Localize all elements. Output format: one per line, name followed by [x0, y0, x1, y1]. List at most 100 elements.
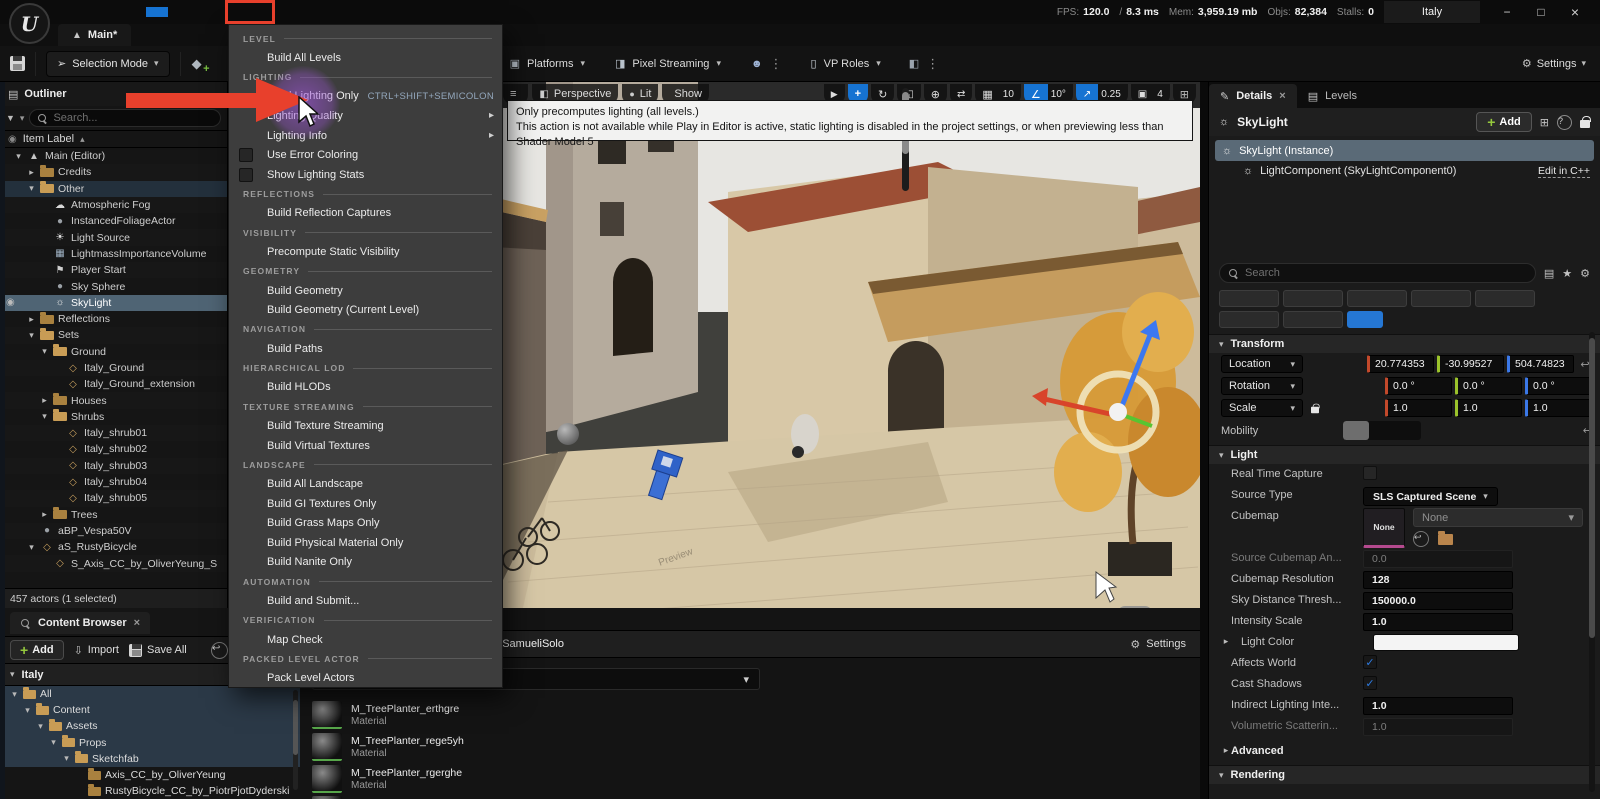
- cubemap-dropdown[interactable]: None: [1413, 508, 1583, 527]
- vp-roles-dropdown[interactable]: VP Roles: [824, 58, 870, 70]
- chevron-right-icon[interactable]: [1221, 636, 1231, 647]
- component-hierarchy-icon[interactable]: [1540, 116, 1549, 129]
- dropdown[interactable]: SLS Captured Scene: [1363, 487, 1498, 506]
- filter-chip[interactable]: [1347, 311, 1383, 328]
- axis-y-field[interactable]: 0.0 °: [1455, 377, 1522, 395]
- outliner-row[interactable]: LightmassImportanceVolume: [0, 246, 227, 262]
- menu-item[interactable]: [124, 7, 146, 17]
- menu-item[interactable]: [102, 7, 124, 17]
- content-tree-row[interactable]: All: [0, 686, 300, 702]
- favorites-icon[interactable]: [1562, 267, 1572, 280]
- kebab-icon[interactable]: [770, 56, 783, 72]
- content-tree-row[interactable]: Content: [0, 702, 300, 718]
- build-menu-item[interactable]: Build Grass Maps Only: [229, 514, 502, 534]
- details-scrollbar[interactable]: [1589, 332, 1595, 792]
- section-transform[interactable]: Transform: [1209, 334, 1600, 353]
- content-tree-row[interactable]: Assets: [0, 718, 300, 734]
- content-tree-row[interactable]: Props: [0, 735, 300, 751]
- build-menu-item[interactable]: Precompute Static Visibility: [229, 242, 502, 262]
- build-menu-item[interactable]: Build GI Textures Only: [229, 494, 502, 514]
- build-menu-item[interactable]: Build Paths: [229, 339, 502, 359]
- save-all-button[interactable]: Save All: [129, 644, 187, 657]
- filter-icon[interactable]: ▼: [6, 113, 15, 123]
- advanced-row[interactable]: Advanced: [1209, 741, 1600, 762]
- axis-x-field[interactable]: 1.0: [1385, 399, 1452, 417]
- filter-chip[interactable]: [1283, 311, 1343, 328]
- axis-z-field[interactable]: 504.74823: [1507, 355, 1574, 373]
- transform-type-dropdown[interactable]: Scale: [1221, 399, 1303, 417]
- outliner-row[interactable]: Sky Sphere: [0, 278, 227, 294]
- outliner-row[interactable]: aS_RustyBicycle: [0, 539, 227, 555]
- build-menu-item[interactable]: Build Nanite Only: [229, 553, 502, 573]
- filter-chip[interactable]: [1411, 290, 1471, 307]
- mobility-option[interactable]: [1343, 421, 1369, 440]
- build-menu-item[interactable]: Build Geometry (Current Level): [229, 300, 502, 320]
- stage-monitor-icon[interactable]: [909, 57, 919, 70]
- axis-z-field[interactable]: 1.0: [1525, 399, 1592, 417]
- outliner-row[interactable]: Reflections: [0, 311, 227, 327]
- outliner-row[interactable]: aBP_Vespa50V: [0, 523, 227, 539]
- platforms-dropdown[interactable]: Platforms: [527, 58, 573, 70]
- menu-item[interactable]: [168, 7, 190, 17]
- value-field[interactable]: 1.0: [1363, 718, 1513, 736]
- mobility-option[interactable]: [1395, 421, 1421, 440]
- outliner-row[interactable]: Atmospheric Fog: [0, 197, 227, 213]
- value-field[interactable]: 1.0: [1363, 697, 1513, 715]
- mobility-option[interactable]: [1369, 421, 1395, 440]
- outliner-row[interactable]: Player Start: [0, 262, 227, 278]
- tab-details[interactable]: ✎ Details: [1209, 84, 1297, 108]
- outliner-row[interactable]: Italy_Ground_extension: [0, 376, 227, 392]
- checkbox[interactable]: [1363, 466, 1377, 480]
- axis-y-field[interactable]: 1.0: [1455, 399, 1522, 417]
- close-icon[interactable]: [134, 617, 140, 629]
- outliner-row[interactable]: Sets: [0, 327, 227, 343]
- edit-in-cpp-link[interactable]: Edit in C++: [1538, 165, 1590, 178]
- value-field[interactable]: 0.0: [1363, 550, 1513, 568]
- section-light[interactable]: Light: [1209, 445, 1600, 464]
- outliner-row[interactable]: Italy_shrub04: [0, 474, 227, 490]
- lock-icon[interactable]: [1580, 120, 1590, 128]
- outliner-row[interactable]: Italy_shrub01: [0, 425, 227, 441]
- value-field[interactable]: 150000.0: [1363, 592, 1513, 610]
- build-menu-item[interactable]: Build HLODs: [229, 378, 502, 398]
- filter-chip[interactable]: [1219, 290, 1279, 307]
- scale-lock-icon[interactable]: [1311, 407, 1319, 413]
- section-rendering[interactable]: Rendering: [1209, 765, 1600, 784]
- pixel-streaming-dropdown[interactable]: Pixel Streaming: [632, 58, 709, 70]
- asset-row[interactable]: M_TreePlanter_rgerghe Material: [312, 764, 1172, 794]
- axis-x-field[interactable]: 20.774353: [1367, 355, 1434, 373]
- content-tree-row[interactable]: Sketchfab: [0, 751, 300, 767]
- display-options-icon[interactable]: [1544, 267, 1554, 280]
- checkbox[interactable]: [239, 168, 253, 182]
- outliner-row[interactable]: Ground: [0, 344, 227, 360]
- color-swatch[interactable]: [1373, 634, 1519, 651]
- build-menu-item[interactable]: Show Lighting Stats: [229, 165, 502, 185]
- menu-item[interactable]: [190, 7, 212, 17]
- panel-divider[interactable]: [1200, 82, 1208, 799]
- build-menu-item[interactable]: Build All Levels: [229, 48, 502, 68]
- outliner-row[interactable]: Light Source: [0, 229, 227, 245]
- outliner-row[interactable]: InstancedFoliageActor: [0, 213, 227, 229]
- window-control-button[interactable]: [1490, 1, 1524, 23]
- menu-item[interactable]: [58, 7, 80, 17]
- checkbox-checked[interactable]: ✓: [1363, 676, 1377, 690]
- selection-mode-dropdown[interactable]: Selection Mode: [46, 51, 170, 77]
- outliner-row[interactable]: Trees: [0, 507, 227, 523]
- outliner-row[interactable]: Houses: [0, 392, 227, 408]
- content-settings-button[interactable]: Settings: [1130, 638, 1186, 651]
- import-button[interactable]: Import: [74, 644, 119, 657]
- checkbox[interactable]: [239, 148, 253, 162]
- build-menu-item[interactable]: Use Error Coloring: [229, 145, 502, 165]
- filter-chip[interactable]: [1347, 290, 1407, 307]
- chevron-down-icon[interactable]: [20, 113, 25, 124]
- axis-y-field[interactable]: -30.99527: [1437, 355, 1504, 373]
- value-field[interactable]: 128: [1363, 571, 1513, 589]
- build-menu-item[interactable]: Build Reflection Captures: [229, 204, 502, 224]
- menu-item[interactable]: [146, 7, 168, 17]
- outliner-row[interactable]: Shrubs: [0, 409, 227, 425]
- eye-icon[interactable]: [8, 134, 17, 145]
- tab-main-level[interactable]: Main*: [58, 24, 131, 46]
- outliner-row[interactable]: Main (Editor): [0, 148, 227, 164]
- multi-user-icon[interactable]: [751, 58, 763, 70]
- filter-chip[interactable]: [1219, 311, 1279, 328]
